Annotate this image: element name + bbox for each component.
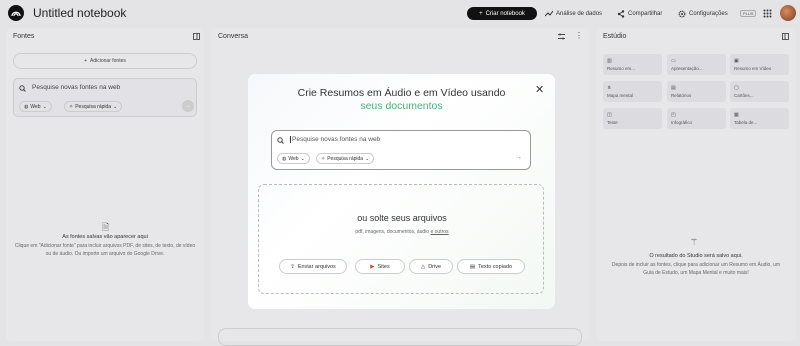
- chevron-down-icon: ⌄: [365, 155, 370, 162]
- paste-text-label: Texto copiado: [478, 263, 513, 270]
- drop-subtitle-text: pdf, imagens, documentos, áudio: [355, 229, 430, 235]
- upload-icon: ⇪: [290, 263, 295, 270]
- youtube-link-icon: ▶: [370, 263, 375, 270]
- dialog-search-box: Pesquise novas fontes na web ◍ Web ⌄ ✧ P…: [271, 130, 531, 170]
- drive-button[interactable]: △ Drive: [409, 259, 453, 274]
- chevron-down-icon: ⌄: [300, 155, 305, 162]
- dialog-title-line2: seus documentos: [360, 100, 443, 112]
- drop-subtitle: pdf, imagens, documentos, áudio e outros: [259, 229, 545, 235]
- clipboard-icon: ▤: [469, 263, 476, 270]
- add-sources-dialog: Crie Resumos em Áudio e em Vídeo usando …: [248, 74, 555, 309]
- web-chip[interactable]: ◍ Web ⌄: [277, 153, 310, 164]
- search-mode-chip[interactable]: ✧ Pesquisa rápida ⌄: [316, 153, 375, 164]
- close-icon[interactable]: ✕: [535, 83, 544, 96]
- sites-label: Sites: [377, 263, 390, 270]
- drive-label: Drive: [428, 263, 442, 270]
- drop-title: ou solte seus arquivos: [357, 213, 447, 223]
- file-drop-zone[interactable]: ou solte seus arquivos pdf, imagens, doc…: [258, 184, 544, 294]
- more-formats-link[interactable]: e outros: [430, 229, 448, 235]
- drive-icon: △: [420, 263, 426, 270]
- search-icon: [277, 137, 284, 144]
- submit-arrow-icon[interactable]: →: [515, 154, 522, 161]
- dialog-title-line1: Crie Resumos em Áudio e em Vídeo usando: [297, 87, 506, 99]
- paste-text-button[interactable]: ▤ Texto copiado: [457, 259, 525, 274]
- sites-button[interactable]: ▶ Sites: [355, 259, 405, 274]
- search-mode-label: Pesquisa rápida: [327, 155, 364, 162]
- web-chip-label: Web: [288, 155, 299, 162]
- dialog-search-input[interactable]: Pesquise novas fontes na web: [290, 136, 380, 143]
- upload-files-label: Enviar arquivos: [297, 263, 336, 270]
- globe-icon: ◍: [282, 155, 287, 162]
- sparkle-icon: ✧: [321, 155, 326, 162]
- upload-files-button[interactable]: ⇪ Enviar arquivos: [279, 259, 347, 274]
